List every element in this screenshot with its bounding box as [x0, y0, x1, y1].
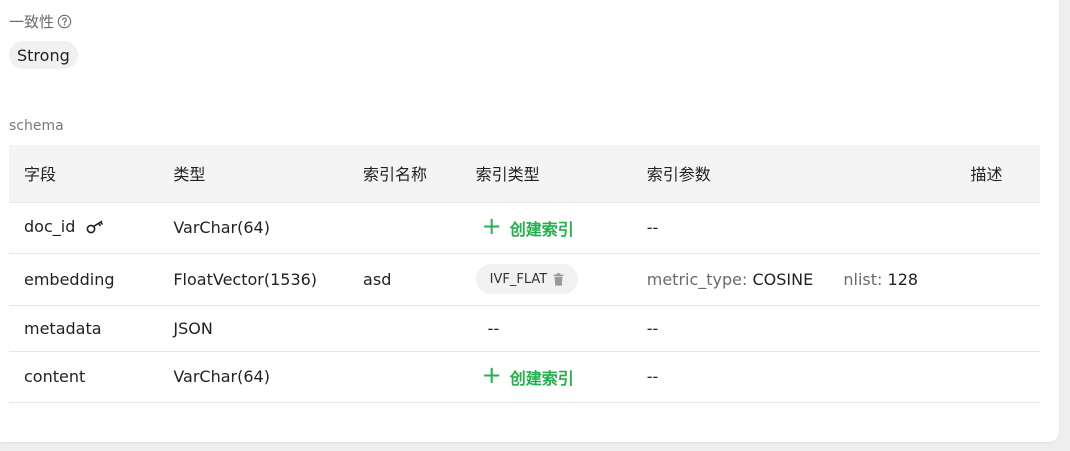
type-cell: FloatVector(1536): [173, 269, 318, 289]
create-index-label: 创建索引: [509, 368, 574, 388]
index-params-cell: --: [646, 218, 659, 237]
index-type-cell: --: [476, 305, 647, 351]
field-cell: metadata: [24, 318, 102, 338]
index-name-cell: [363, 351, 476, 402]
type-cell: VarChar(64): [173, 218, 270, 237]
index-type-label: IVF_FLAT: [489, 271, 548, 287]
table-row: embedding FloatVector(1536) asd IVF_FLAT: [9, 253, 1040, 305]
index-params-cell: --: [646, 367, 659, 386]
collection-detail-card: 一致性 Strong schema 字段 类型 索引名称 索引类型 索引参数 描…: [0, 0, 1059, 442]
key-icon: [86, 219, 104, 238]
header-field: 字段: [24, 165, 57, 185]
header-index-type: 索引类型: [475, 165, 540, 185]
create-index-button[interactable]: + 创建索引: [481, 212, 574, 240]
schema-label: schema: [9, 118, 64, 134]
index-name-cell: [363, 305, 476, 351]
index-name-cell: asd: [363, 269, 392, 289]
field-cell: content: [24, 367, 86, 386]
type-cell: VarChar(64): [173, 367, 270, 386]
create-index-label: 创建索引: [509, 219, 574, 239]
index-type-cell: IVF_FLAT: [475, 253, 647, 305]
description-cell: [970, 253, 1040, 305]
header-index-name: 索引名称: [363, 165, 428, 185]
create-index-button[interactable]: + 创建索引: [481, 361, 574, 389]
description-cell: [970, 202, 1040, 253]
consistency-label-text: 一致性: [9, 13, 55, 31]
consistency-label: 一致性: [9, 11, 72, 32]
plus-icon: +: [481, 361, 502, 389]
description-cell: [970, 351, 1040, 402]
index-params-cell: --: [646, 318, 659, 338]
index-params-cell: metric_type: COSINE nlist: 128: [647, 253, 971, 305]
header-type: 类型: [173, 165, 206, 185]
help-circle-icon[interactable]: [57, 14, 72, 29]
index-type-cell: + 创建索引: [476, 351, 647, 402]
header-description: 描述: [970, 165, 1003, 185]
table-row: content VarChar(64) + 创建索引 --: [9, 351, 1040, 402]
index-type-cell: + 创建索引: [476, 202, 647, 253]
consistency-value-chip: Strong: [9, 41, 78, 69]
index-type-empty: --: [487, 318, 500, 338]
field-cell: embedding: [24, 269, 115, 289]
index-name-cell: [363, 202, 476, 253]
schema-table: 字段 类型 索引名称 索引类型 索引参数 描述 doc_id VarChar(6…: [9, 145, 1040, 403]
plus-icon: +: [481, 212, 502, 240]
field-cell: doc_id: [9, 202, 173, 253]
index-type-chip: IVF_FLAT: [475, 264, 579, 294]
param-value-metric-type: COSINE: [752, 269, 814, 289]
param-value-nlist: 128: [887, 269, 919, 289]
param-key-nlist: nlist:: [843, 269, 883, 289]
field-name: doc_id: [24, 217, 76, 236]
table-row: metadata JSON -- --: [9, 305, 1040, 351]
header-index-params: 索引参数: [646, 165, 711, 185]
type-cell: JSON: [173, 318, 213, 338]
table-row: doc_id VarChar(64) + 创建索引 --: [9, 202, 1040, 253]
param-key-metric-type: metric_type:: [646, 269, 748, 289]
description-cell: [970, 305, 1040, 351]
table-header-row: 字段 类型 索引名称 索引类型 索引参数 描述: [9, 145, 1040, 202]
trash-icon[interactable]: [553, 272, 564, 286]
